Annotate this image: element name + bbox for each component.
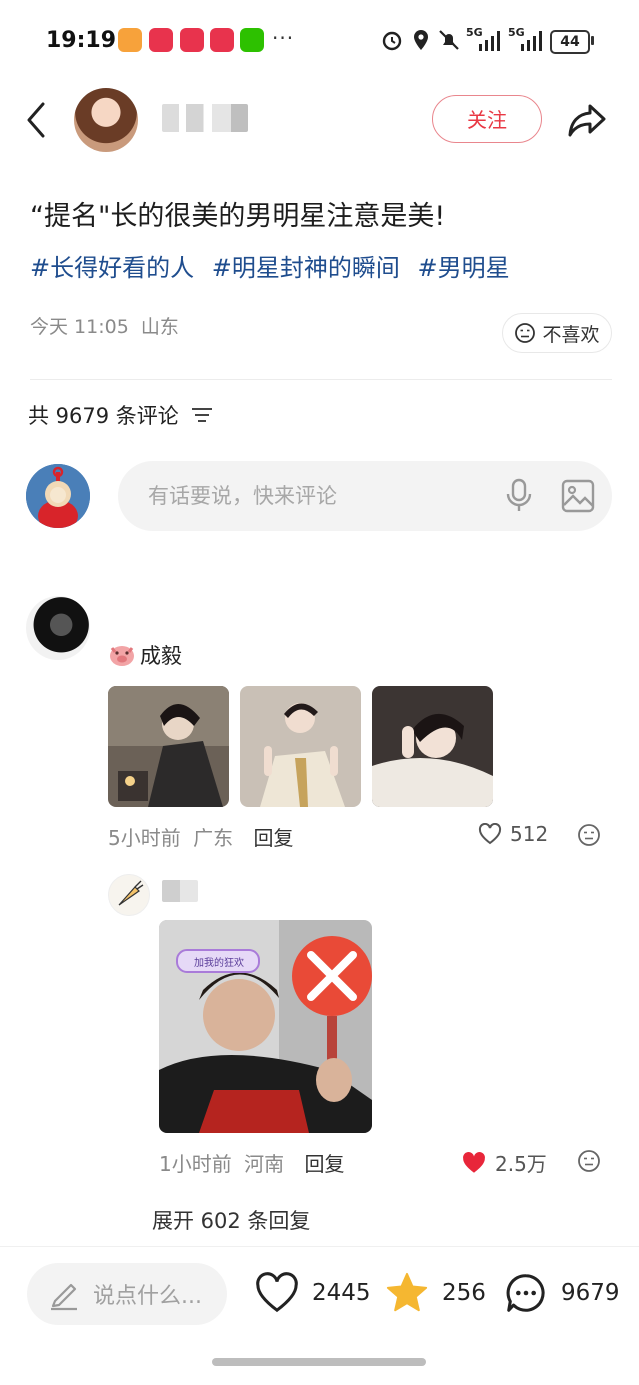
comment-post-button[interactable]: 9679	[503, 1270, 620, 1316]
mute-bell-icon	[439, 30, 459, 50]
home-indicator[interactable]	[212, 1358, 426, 1366]
pinduoduo-app-icon	[180, 28, 204, 52]
like-count: 2.5万	[495, 1152, 547, 1176]
microphone-icon[interactable]	[504, 478, 534, 514]
comment-like-button[interactable]: 512	[478, 822, 548, 846]
reply-like-button[interactable]: 2.5万	[461, 1148, 547, 1177]
quick-comment-placeholder: 说点什么...	[93, 1284, 202, 1309]
heart-outline-icon	[256, 1272, 298, 1313]
divider	[30, 379, 612, 380]
unhappy-face-icon	[515, 323, 536, 343]
reply-more-icon[interactable]	[577, 1149, 601, 1173]
author-avatar[interactable]	[74, 88, 138, 152]
commenter-avatar[interactable]	[26, 596, 90, 660]
teletubby-avatar-image	[26, 464, 90, 528]
hashtag-link[interactable]: #长得好看的人	[30, 254, 194, 282]
author-name-blurred[interactable]	[162, 104, 248, 132]
more-notifications-icon: ···	[272, 26, 295, 50]
reply-button[interactable]: 回复	[253, 826, 293, 850]
commenter-name-text: 成毅	[140, 644, 182, 668]
signal-icon	[479, 31, 500, 51]
battery-icon: 44	[550, 30, 590, 54]
reply-time: 1小时前	[159, 1152, 232, 1176]
comment-image[interactable]	[372, 686, 493, 807]
comment-count-label: 共 9679 条评论	[28, 404, 179, 428]
comment-more-icon[interactable]	[577, 823, 601, 847]
post-comment-count: 9679	[561, 1280, 620, 1306]
replier-avatar[interactable]	[108, 874, 150, 916]
reply-meta: 1小时前 河南 回复	[159, 1148, 344, 1177]
sort-icon[interactable]	[191, 406, 213, 424]
dislike-button[interactable]: 不喜欢	[502, 313, 612, 353]
carrot-avatar-image	[118, 880, 144, 906]
pinduoduo-app-icon	[149, 28, 173, 52]
post-meta: 今天 11:05 山东	[30, 312, 179, 339]
comment-input-box[interactable]	[118, 461, 612, 531]
post-like-count: 2445	[312, 1280, 371, 1306]
like-count: 512	[510, 822, 549, 846]
comment-bubble-icon	[506, 1274, 545, 1312]
signal-icon	[521, 31, 542, 51]
favorite-post-button[interactable]: 256	[384, 1270, 486, 1316]
post-location: 山东	[140, 316, 179, 338]
expand-replies-button[interactable]: 展开 602 条回复	[152, 1205, 310, 1235]
my-avatar	[26, 464, 90, 528]
image-upload-icon[interactable]	[560, 478, 596, 514]
hashtag-list: #长得好看的人 #明星封神的瞬间 #男明星	[30, 248, 520, 283]
comment-location: 广东	[193, 826, 234, 850]
reply-location: 河南	[244, 1152, 285, 1176]
star-filled-icon	[386, 1272, 428, 1312]
replier-name-blurred[interactable]	[162, 880, 198, 902]
hashtag-link[interactable]: #男明星	[418, 254, 510, 282]
image-badge-text: 加我的狂欢	[194, 958, 244, 969]
comment-meta: 5小时前 广东 回复	[108, 822, 293, 851]
comment-image[interactable]	[108, 686, 229, 807]
status-time: 19:19	[46, 28, 117, 53]
post-title: “提名"长的很美的男明星注意是美!	[30, 201, 446, 232]
alarm-icon	[382, 31, 402, 51]
pencil-icon	[51, 1283, 77, 1311]
pig-badge-icon	[110, 646, 134, 666]
hashtag-link[interactable]: #明星封神的瞬间	[212, 254, 400, 282]
heart-outline-icon	[478, 823, 502, 845]
taobao-app-icon	[118, 28, 142, 52]
dislike-label: 不喜欢	[542, 323, 600, 346]
battery-tip	[591, 36, 594, 45]
quick-comment-input[interactable]: 说点什么...	[27, 1263, 227, 1325]
share-icon[interactable]	[566, 100, 608, 140]
like-post-button[interactable]: 2445	[254, 1272, 371, 1314]
back-chevron-icon[interactable]	[24, 100, 48, 140]
location-icon	[414, 30, 428, 50]
reply-image[interactable]: 加我的狂欢	[159, 920, 372, 1133]
heart-filled-icon	[463, 1151, 485, 1173]
commenter-name[interactable]: 成毅	[108, 640, 182, 670]
wechat-app-icon	[240, 28, 264, 52]
pinduoduo-app-icon	[210, 28, 234, 52]
comment-image[interactable]	[240, 686, 361, 807]
comment-count-header: 共 9679 条评论	[28, 400, 213, 430]
follow-button[interactable]: 关注	[432, 95, 542, 143]
comment-input[interactable]	[146, 483, 480, 509]
post-star-count: 256	[442, 1280, 486, 1306]
post-time: 今天 11:05	[30, 316, 129, 338]
reply-button[interactable]: 回复	[304, 1152, 344, 1176]
comment-time: 5小时前	[108, 826, 181, 850]
